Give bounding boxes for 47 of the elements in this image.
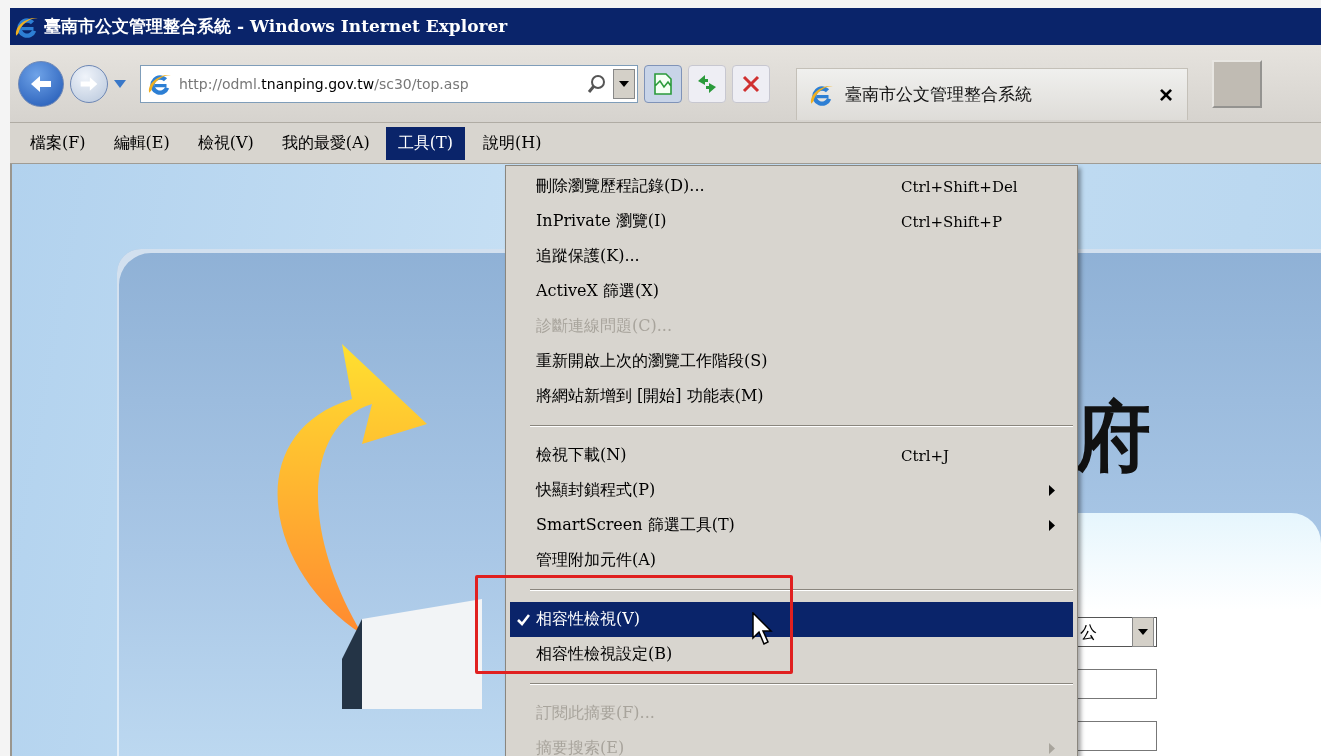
compatibility-view-button[interactable]	[644, 64, 682, 103]
history-dropdown-button[interactable]	[114, 79, 126, 88]
menu-option[interactable]: ActiveX 篩選(X)	[510, 274, 1073, 309]
menu-option[interactable]: SmartScreen 篩選工具(T)	[510, 508, 1073, 543]
menu-option[interactable]: 追蹤保護(K)...	[510, 239, 1073, 274]
menu-item[interactable]: 我的最愛(A)	[269, 126, 382, 160]
window-title: 臺南市公文管理整合系統 - Windows Internet Explorer	[44, 15, 508, 38]
menu-option[interactable]: InPrivate 瀏覽(I) Ctrl+Shift+P	[510, 204, 1073, 239]
select-dropdown-button[interactable]	[1132, 617, 1154, 647]
tab-title: 臺南市公文管理整合系統	[845, 83, 1033, 106]
input-field[interactable]	[1075, 669, 1157, 699]
search-icon[interactable]	[587, 73, 607, 94]
caret-icon	[114, 79, 126, 88]
forward-button[interactable]	[70, 64, 108, 103]
menu-item[interactable]: 檔案(F)	[18, 126, 98, 160]
page-heading: 府	[1075, 399, 1151, 475]
menu-option[interactable]: 將網站新增到 [開始] 功能表(M)	[510, 379, 1073, 414]
menu-option[interactable]: 管理附加元件(A)	[510, 543, 1073, 578]
address-dropdown-button[interactable]	[613, 68, 635, 99]
mouse-pointer-icon	[752, 612, 774, 646]
left-arrow-icon	[29, 73, 53, 94]
new-tab-button[interactable]	[1212, 59, 1262, 108]
submenu-arrow-icon	[1049, 520, 1055, 531]
menu-option[interactable]: 相容性檢視(V)	[510, 602, 1073, 637]
address-field[interactable]: http://odml.tnanping.gov.tw/sc30/top.asp	[140, 64, 638, 103]
menu-option[interactable]: 刪除瀏覽歷程記錄(D)... Ctrl+Shift+Del	[510, 169, 1073, 204]
select-field[interactable]: 公	[1075, 617, 1157, 647]
menu-option[interactable]: 檢視下載(N) Ctrl+J	[510, 438, 1073, 473]
broken-page-icon	[652, 71, 674, 96]
menu-item[interactable]: 檢視(V)	[185, 126, 266, 160]
checkmark-icon	[516, 613, 530, 626]
stop-button[interactable]	[732, 64, 770, 103]
tab-close-button[interactable]: ×	[1159, 80, 1173, 109]
menu-item[interactable]: 工具(T)	[385, 126, 465, 160]
caret-icon	[1138, 629, 1148, 635]
submenu-arrow-icon	[1049, 485, 1055, 496]
input-field[interactable]	[1075, 721, 1157, 751]
menu-item[interactable]: 說明(H)	[471, 126, 554, 160]
menu-option[interactable]: 快顯封鎖程式(P)	[510, 473, 1073, 508]
back-button[interactable]	[18, 60, 64, 107]
refresh-button[interactable]	[688, 64, 726, 103]
menu-item[interactable]: 編輯(E)	[101, 126, 182, 160]
menu-option[interactable]: 重新開啟上次的瀏覽工作階段(S)	[510, 344, 1073, 379]
browser-tab[interactable]: 臺南市公文管理整合系統 ×	[796, 68, 1188, 120]
close-icon	[742, 74, 760, 93]
submenu-arrow-icon	[1049, 743, 1055, 754]
caret-icon	[619, 80, 629, 87]
